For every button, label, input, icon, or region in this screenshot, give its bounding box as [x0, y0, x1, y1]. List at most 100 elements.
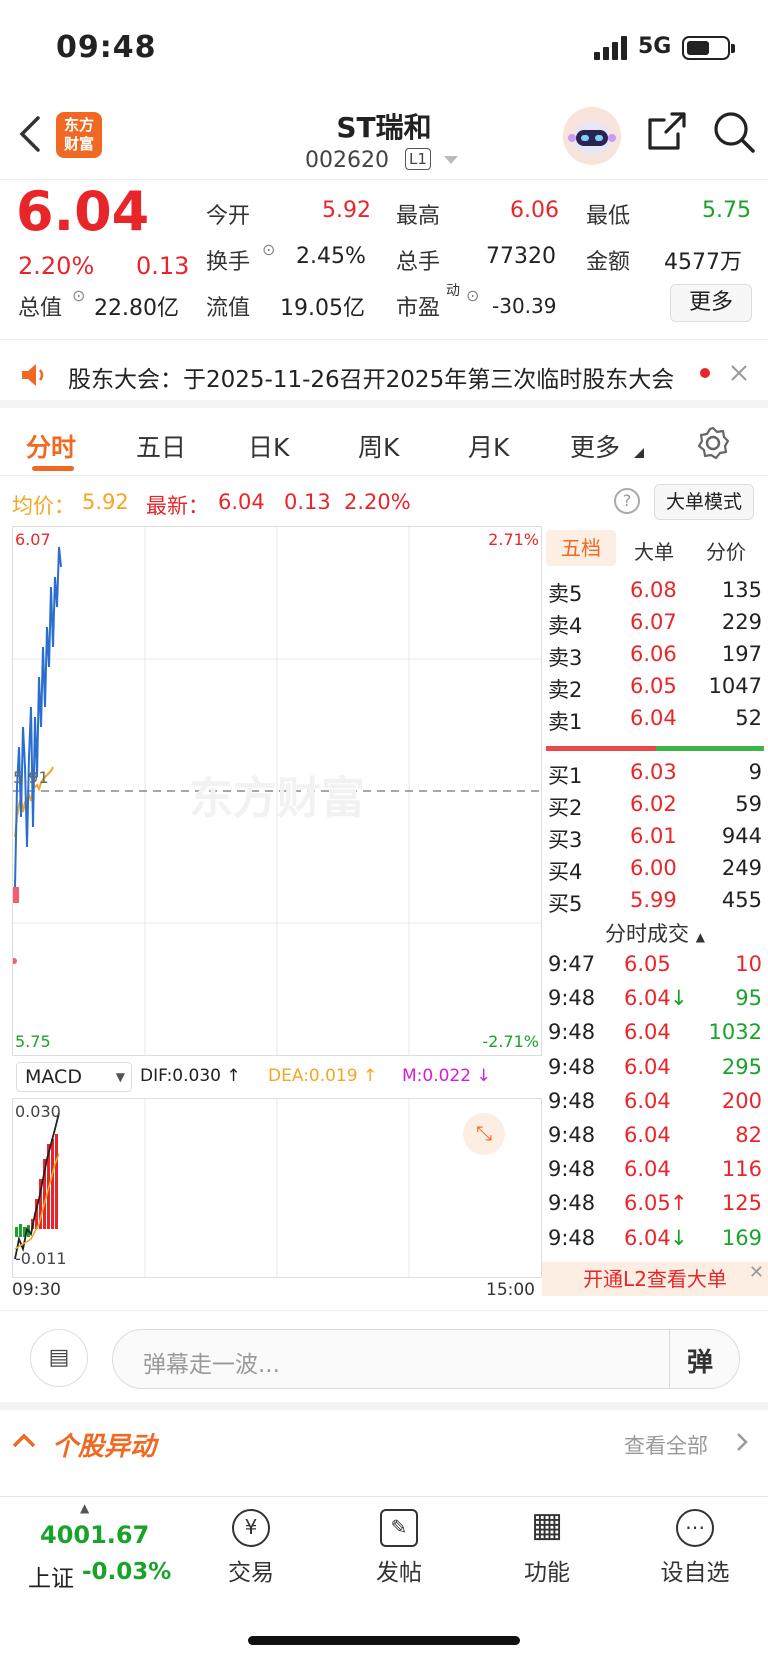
bid-row: 买5 5.99 455 — [548, 888, 762, 916]
price-line — [14, 546, 62, 888]
danmu-toggle-button[interactable]: 弹 — [687, 1342, 713, 1379]
help-icon[interactable]: ? — [614, 488, 640, 514]
tick-volume: 82 — [735, 1123, 762, 1147]
chart-tabs: 分时 五日 日K 周K 月K 更多 — [0, 408, 768, 476]
marker-badge — [13, 887, 19, 903]
macd-header: MACD ▼ DIF:0.030 ↑ DEA:0.019 ↑ M:0.022 ↓ — [12, 1058, 542, 1098]
turnover-value: 2.45% — [296, 244, 366, 269]
big-order-mode-button[interactable]: 大单模式 — [654, 484, 754, 520]
tab-intraday[interactable]: 分时 — [26, 428, 76, 464]
info-icon[interactable]: ⊙ — [72, 286, 85, 305]
tick-row: 9:48 6.04 200 — [542, 1087, 768, 1119]
tick-volume: 1032 — [708, 1020, 762, 1045]
index-ticker[interactable]: ▲ 4001.67 上证 -0.03% — [0, 1497, 171, 1607]
axis-bottom-price: 5.75 — [15, 1032, 51, 1051]
macd-chart[interactable]: 0.030 -0.011 ⤡ — [12, 1098, 542, 1278]
tick-price: 6.05 — [624, 1191, 671, 1216]
avg-price-value: 5.92 — [82, 490, 129, 514]
indicator-select[interactable]: MACD ▼ — [16, 1062, 132, 1092]
high-value: 6.06 — [510, 198, 559, 223]
pe-label: 市盈 — [396, 296, 441, 321]
tick-row: 9:48 6.04 116 — [542, 1155, 768, 1187]
avg-price-label: 均价： — [12, 494, 75, 518]
tab-more[interactable]: 更多 — [570, 428, 620, 464]
axis-mid-price: 5.91 — [13, 768, 49, 787]
tick-time: 9:48 — [548, 1020, 596, 1045]
macd-axis-bottom: -0.011 — [15, 1249, 67, 1268]
intraday-chart-svg[interactable]: 东方财富 6.07 2.71% 5.91 5.75 -2.71% — [11, 527, 541, 1055]
more-button[interactable]: 更多 — [670, 284, 752, 322]
indicator-select-value: MACD — [25, 1066, 82, 1088]
tab-daily-k[interactable]: 日K — [248, 428, 289, 464]
ob-tab-five[interactable]: 五档 — [546, 530, 616, 566]
intraday-chart[interactable]: 东方财富 6.07 2.71% 5.91 5.75 -2.71% — [11, 526, 542, 1056]
low-label: 最低 — [586, 204, 631, 229]
unread-dot — [700, 368, 710, 378]
notice-bar[interactable]: 股东大会：于2025-11-26召开2025年第三次临时股东大会 — [0, 340, 768, 408]
tick-time: 9:48 — [548, 1123, 596, 1147]
index-name: 上证 — [28, 1566, 74, 1592]
tick-arrow: ↓ — [670, 986, 688, 1011]
latest-change: 0.13 — [284, 490, 331, 514]
time-axis-start: 09:30 — [12, 1280, 61, 1300]
info-icon[interactable]: ⊙ — [466, 286, 479, 305]
chevron-up-icon[interactable] — [12, 1432, 36, 1448]
tick-time: 9:48 — [548, 1191, 596, 1216]
axis-bottom-pct: -2.71% — [482, 1032, 539, 1051]
info-icon[interactable]: ⊙ — [262, 240, 275, 259]
nav-post[interactable]: ✎ 发帖 — [344, 1509, 454, 1587]
ask-row: 卖2 6.05 1047 — [548, 674, 762, 702]
ticks-header[interactable]: 分时成交 ▲ — [542, 918, 768, 948]
high-label: 最高 — [396, 204, 441, 229]
chevron-right-icon[interactable] — [736, 1432, 748, 1452]
tick-price: 6.04 — [624, 1020, 671, 1045]
danmu-input[interactable]: 弹幕走一波... 弹 — [112, 1329, 740, 1389]
ask-row: 卖1 6.04 52 — [548, 706, 762, 734]
expand-icon[interactable]: ⤡ — [463, 1113, 505, 1155]
level-badge[interactable]: L1 — [405, 148, 431, 170]
home-indicator — [248, 1636, 520, 1645]
tick-row: 9:47 6.05 10 — [542, 950, 768, 982]
float-cap-value: 19.05亿 — [280, 296, 365, 321]
settings-icon[interactable] — [696, 426, 730, 460]
ob-tab-price[interactable]: 分价 — [706, 536, 746, 565]
tab-weekly-k[interactable]: 周K — [358, 428, 399, 464]
watermark: 东方财富 — [189, 773, 365, 824]
tick-volume: 169 — [721, 1225, 762, 1250]
close-icon[interactable]: ✕ — [749, 1256, 764, 1290]
search-icon[interactable] — [712, 110, 756, 154]
tab-monthly-k[interactable]: 月K — [468, 428, 509, 464]
current-price: 6.04 — [16, 180, 150, 243]
nav-trade[interactable]: ¥ 交易 — [196, 1509, 306, 1587]
caret-icon — [634, 448, 644, 458]
close-icon[interactable] — [730, 364, 748, 382]
nav-label: 设自选 — [660, 1560, 730, 1586]
edit-icon: ✎ — [380, 1509, 418, 1547]
nav-add-watchlist[interactable]: ⋯ 设自选 — [640, 1509, 750, 1587]
tab-five-day[interactable]: 五日 — [136, 428, 186, 464]
danmu-input-placeholder: 弹幕走一波... — [143, 1352, 280, 1378]
l2-promo-banner[interactable]: 开通L2查看大单 ✕ — [542, 1262, 768, 1296]
view-all-link[interactable]: 查看全部 — [624, 1430, 708, 1460]
volume-label: 总手 — [396, 250, 441, 275]
robot-assistant-icon[interactable] — [562, 106, 622, 166]
tick-volume: 200 — [721, 1088, 762, 1113]
nav-label: 功能 — [524, 1560, 570, 1586]
open-value: 5.92 — [322, 198, 371, 223]
tick-row: 9:48 6.04 ↓ 95 — [542, 984, 768, 1016]
notice-text[interactable]: 股东大会：于2025-11-26召开2025年第三次临时股东大会 — [68, 360, 688, 394]
tick-time: 9:48 — [548, 1225, 596, 1250]
tick-price: 6.05 — [624, 952, 671, 976]
nav-functions[interactable]: ▦ 功能 — [492, 1508, 602, 1587]
danmu-list-icon[interactable]: ▤ — [30, 1329, 88, 1387]
share-icon[interactable] — [646, 110, 688, 152]
tick-volume: 116 — [721, 1157, 762, 1182]
latest-price-value: 6.04 — [218, 490, 265, 514]
tick-row: 9:48 6.05 ↑ 125 — [542, 1189, 768, 1221]
stock-code: 002620 — [305, 148, 389, 173]
bid-row: 买3 6.01 944 — [548, 824, 762, 852]
chevron-down-icon[interactable] — [444, 156, 458, 166]
tick-time: 9:48 — [548, 1088, 596, 1113]
latest-price-label: 最新： — [146, 494, 209, 518]
ob-tab-big[interactable]: 大单 — [634, 536, 674, 565]
